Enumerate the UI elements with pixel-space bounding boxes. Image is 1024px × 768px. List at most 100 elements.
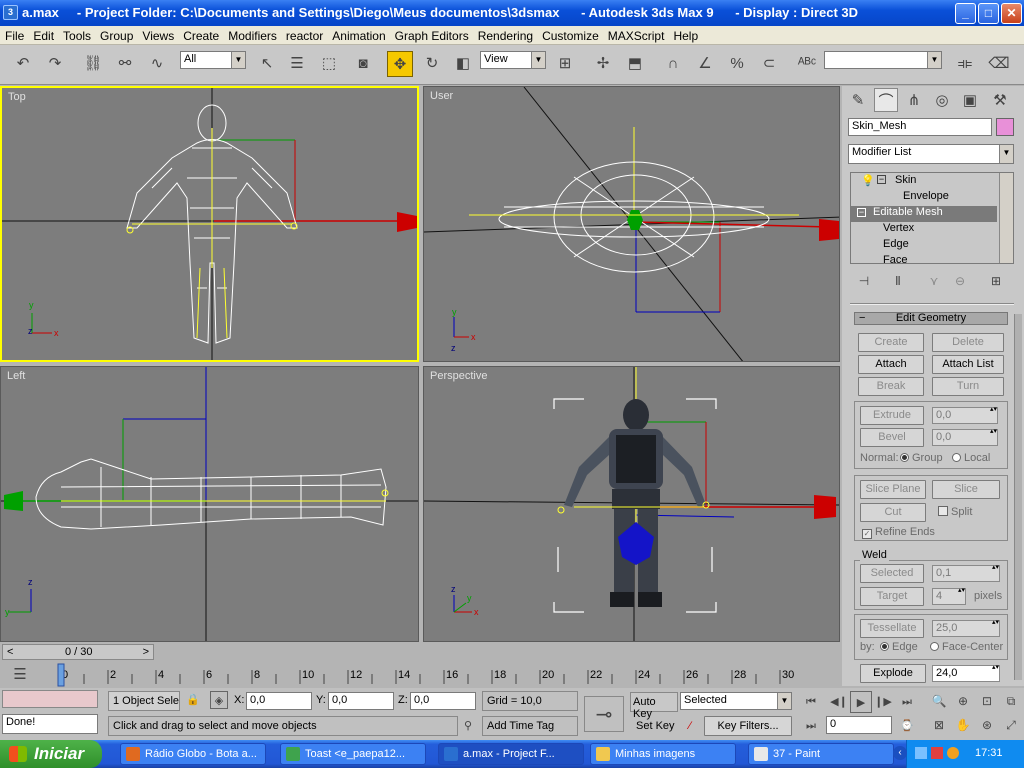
time-configuration-icon[interactable]: ⌚ [896, 716, 918, 736]
extrude-button[interactable]: Extrude [860, 406, 924, 425]
make-unique-icon[interactable]: ⋎ [922, 268, 946, 292]
window-crossing-icon[interactable]: ◙ [350, 51, 376, 77]
select-by-name-icon[interactable]: ☰ [284, 51, 310, 77]
menu-create[interactable]: Create [178, 26, 223, 43]
extrude-spinner[interactable]: 0,0 [932, 406, 998, 424]
attach-list-button[interactable]: Attach List [932, 355, 1004, 374]
zoom-all-icon[interactable]: ⊕ [952, 690, 974, 712]
percent-snap-icon[interactable]: % [724, 51, 750, 77]
viewport-user[interactable]: User yxz [423, 86, 840, 362]
display-tab-icon[interactable]: ▣ [958, 88, 982, 112]
time-slider[interactable]: < 0 / 30 > [2, 644, 154, 660]
attach-button[interactable]: Attach [858, 355, 924, 374]
selection-lock-icon[interactable]: 🔒 [184, 691, 202, 709]
track-bar-toggle-icon[interactable]: ☰ [8, 662, 32, 686]
cut-button[interactable]: Cut [860, 503, 926, 522]
time-slider-next-icon[interactable]: > [143, 646, 149, 658]
create-tab-icon[interactable]: ✎ [846, 88, 870, 112]
maxscript-mini-listener-input[interactable] [2, 690, 98, 708]
selection-filter-dropdown[interactable]: All ▼ [180, 51, 246, 69]
go-to-start-icon[interactable]: ⏮ [800, 691, 822, 713]
menu-maxscript[interactable]: MAXScript [603, 26, 669, 43]
break-button[interactable]: Break [858, 377, 924, 396]
menu-file[interactable]: File [0, 26, 28, 43]
set-key-button[interactable]: Set Key [634, 717, 678, 737]
weld-selected-button[interactable]: Selected [860, 564, 924, 583]
update-icon[interactable] [947, 747, 959, 759]
mirror-icon[interactable]: ⟚ [952, 51, 978, 77]
menu-rendering[interactable]: Rendering [473, 26, 537, 43]
security-icon[interactable] [931, 747, 943, 759]
modify-tab-icon[interactable]: ⌒ [874, 88, 898, 112]
manipulate-icon[interactable]: ✢ [590, 51, 616, 77]
select-and-rotate-icon[interactable]: ↻ [419, 51, 445, 77]
task-3dsmax[interactable]: a.max - Project F... [438, 743, 584, 765]
task-minhas-imagens[interactable]: Minhas imagens [590, 743, 736, 765]
maxscript-mini-listener-output[interactable]: Done! [2, 714, 98, 734]
add-time-tag-icon[interactable]: ⚲ [458, 716, 478, 736]
x-coordinate-field[interactable]: 0,0 [246, 692, 312, 710]
pivot-center-icon[interactable]: ⊞ [552, 51, 578, 77]
menu-tools[interactable]: Tools [58, 26, 95, 43]
align-icon[interactable]: ⌫ [986, 51, 1012, 77]
motion-tab-icon[interactable]: ◎ [930, 88, 954, 112]
rectangular-selection-icon[interactable]: ⬚ [316, 51, 342, 77]
key-mode-toggle-icon[interactable]: ⏭ [800, 716, 822, 736]
title-bar[interactable]: 3 a.max - Project Folder: C:\Documents a… [0, 0, 1024, 26]
menu-group[interactable]: Group [95, 26, 137, 43]
time-slider-prev-icon[interactable]: < [7, 646, 13, 658]
tessellate-tension-spinner[interactable]: 25,0 [932, 619, 1000, 637]
lightbulb-icon[interactable]: 💡 [861, 174, 875, 187]
select-object-icon[interactable]: ↖ [254, 51, 280, 77]
normal-local-radio[interactable]: Local [952, 452, 990, 464]
menu-animation[interactable]: Animation [327, 26, 389, 43]
menu-customize[interactable]: Customize [537, 26, 603, 43]
viewport-left[interactable]: Left zy [0, 366, 419, 642]
bevel-button[interactable]: Bevel [860, 428, 924, 447]
turn-button[interactable]: Turn [932, 377, 1004, 396]
bevel-spinner[interactable]: 0,0 [932, 428, 998, 446]
object-color-swatch[interactable] [996, 118, 1014, 136]
select-and-scale-icon[interactable]: ◧ [450, 51, 476, 77]
weld-pixels-spinner[interactable]: 4 [932, 587, 966, 605]
default-in-out-tangent-icon[interactable]: ∕ [680, 716, 700, 736]
current-frame-marker[interactable] [57, 663, 65, 687]
menu-modifiers[interactable]: Modifiers [223, 26, 281, 43]
slice-button[interactable]: Slice [932, 480, 1000, 499]
stack-item-edge[interactable]: Edge [883, 238, 909, 250]
explode-angle-spinner[interactable]: 24,0 [932, 664, 1000, 682]
collapse-icon[interactable]: − [857, 208, 866, 217]
field-of-view-icon[interactable]: ⊠ [928, 714, 950, 736]
viewport-top[interactable]: Top xyz [0, 86, 419, 362]
z-coordinate-field[interactable]: 0,0 [410, 692, 476, 710]
remove-modifier-icon[interactable]: ⊖ [948, 268, 972, 292]
previous-frame-icon[interactable]: ◀❙ [828, 691, 850, 713]
maximize-button[interactable]: □ [978, 3, 999, 24]
next-frame-icon[interactable]: ❙▶ [872, 691, 894, 713]
zoom-extents-all-icon[interactable]: ⧉ [1000, 690, 1022, 712]
stack-item-face[interactable]: Face [883, 254, 907, 263]
delete-button[interactable]: Delete [932, 333, 1004, 352]
stack-item-editable-mesh[interactable]: Editable Mesh [851, 206, 997, 222]
configure-modifier-sets-icon[interactable]: ⊞ [984, 268, 1008, 292]
zoom-extents-icon[interactable]: ⊡ [976, 690, 998, 712]
show-end-result-icon[interactable]: Ⅱ [886, 268, 910, 292]
utilities-tab-icon[interactable]: ⚒ [988, 88, 1012, 112]
pin-stack-icon[interactable]: ⊣ [852, 268, 876, 292]
slice-plane-button[interactable]: Slice Plane [860, 480, 926, 499]
auto-key-button[interactable]: Auto Key [630, 692, 678, 720]
key-mode-dropdown[interactable]: Selected ▼ [680, 692, 792, 710]
go-to-end-icon[interactable]: ⏭ [896, 691, 918, 713]
minimize-button[interactable]: _ [955, 3, 976, 24]
hierarchy-tab-icon[interactable]: ⋔ [902, 88, 926, 112]
tray-expand-icon[interactable]: ‹ [893, 746, 907, 760]
edit-named-selection-icon[interactable]: ᴬᴮᶜ [794, 51, 820, 77]
maximize-viewport-icon[interactable]: ⤢ [1000, 714, 1022, 736]
rollout-header-edit-geometry[interactable]: − Edit Geometry [854, 312, 1008, 325]
undo-icon[interactable]: ↶ [10, 51, 36, 77]
explode-button[interactable]: Explode [860, 664, 926, 683]
menu-graph-editors[interactable]: Graph Editors [390, 26, 473, 43]
normal-group-radio[interactable]: Group [900, 452, 943, 464]
angle-snap-icon[interactable]: ∠ [692, 51, 718, 77]
redo-icon[interactable]: ↷ [42, 51, 68, 77]
